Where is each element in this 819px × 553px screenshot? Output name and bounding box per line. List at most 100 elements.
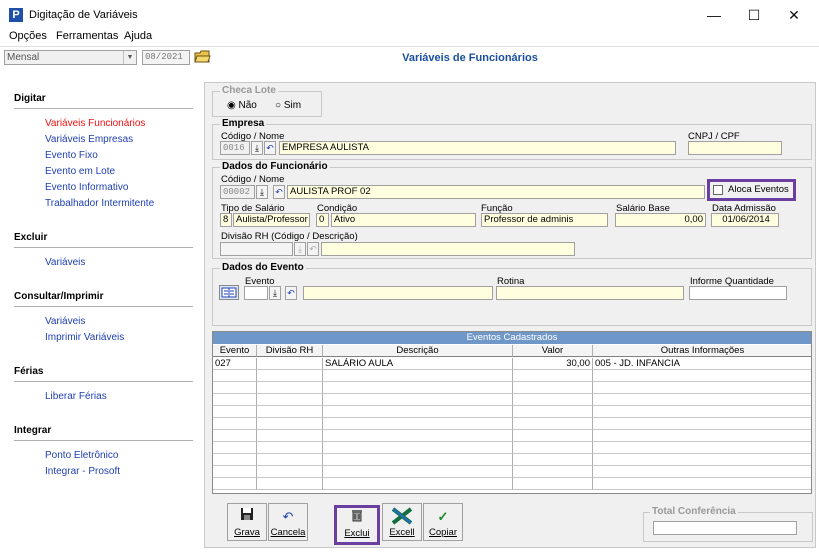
sidebar-item-trabalhador-intermitente[interactable]: Trabalhador Intermitente: [45, 198, 154, 209]
undo-icon[interactable]: ↶: [307, 242, 319, 256]
folder-open-icon[interactable]: [194, 49, 211, 65]
sidebar-item-excluir-variaveis[interactable]: Variáveis: [45, 257, 85, 268]
exclui-button[interactable]: Exclui: [338, 508, 376, 542]
sidebar-divider: [14, 306, 193, 307]
copiar-button[interactable]: ✓ Copiar: [423, 503, 463, 541]
chevron-down-icon[interactable]: ▼: [123, 51, 136, 64]
page-heading: Variáveis de Funcionários: [402, 52, 538, 64]
divisao-rh-label: Divisão RH (Código / Descrição): [221, 231, 358, 242]
sidebar-item-consultar-variaveis[interactable]: Variáveis: [45, 316, 85, 327]
tipo-salario-code[interactable]: 8: [220, 213, 232, 227]
eventos-grid[interactable]: Eventos Cadastrados Evento Divisão RH De…: [212, 331, 812, 494]
excell-button[interactable]: Excell: [382, 503, 422, 541]
rotina-field[interactable]: [496, 286, 684, 300]
grid-empty-cell: [593, 382, 811, 394]
undo-icon[interactable]: ↶: [264, 141, 276, 155]
sidebar-item-ponto-eletronico[interactable]: Ponto Eletrônico: [45, 450, 118, 461]
grid-empty-cell: [213, 406, 257, 418]
app-icon: P: [9, 8, 23, 22]
funcionario-name-field[interactable]: AULISTA PROF 02: [287, 185, 705, 199]
radio-nao[interactable]: ◉ Não: [227, 100, 257, 111]
checkmark-icon: ✓: [437, 509, 449, 524]
evento-code-field[interactable]: [244, 286, 268, 300]
menu-ajuda[interactable]: Ajuda: [124, 30, 152, 42]
grid-empty-cell: [213, 454, 257, 466]
grid-empty-cell: [513, 466, 593, 478]
grid-empty-cell: [213, 466, 257, 478]
grid-empty-cell: [257, 430, 323, 442]
period-date-field[interactable]: 08/2021: [142, 50, 190, 65]
data-admissao-field[interactable]: 01/06/2014: [711, 213, 779, 227]
exclui-label: Exclui: [344, 528, 370, 539]
sidebar-item-variaveis-funcionarios[interactable]: Variáveis Funcionários: [45, 118, 145, 129]
sidebar-section-integrar: Integrar: [14, 425, 52, 436]
radio-sim[interactable]: ○ Sim: [275, 100, 301, 111]
condicao-name[interactable]: Ativo: [331, 213, 476, 227]
download-arrow-icon[interactable]: ⤓: [256, 185, 268, 199]
radio-sim-label: Sim: [283, 100, 302, 111]
event-list-icon[interactable]: [219, 285, 239, 300]
grid-empty-cell: [513, 382, 593, 394]
grava-button[interactable]: Grava: [227, 503, 267, 541]
close-button[interactable]: ✕: [774, 4, 814, 26]
grid-empty-cell: [593, 442, 811, 454]
checa-lote-title: Checa Lote: [220, 85, 278, 96]
undo-icon[interactable]: ↶: [285, 286, 297, 300]
tipo-salario-name[interactable]: Aulista/Professor: [233, 213, 310, 227]
grid-header-divisao[interactable]: Divisão RH: [257, 345, 323, 357]
download-arrow-icon[interactable]: ⤓: [251, 141, 263, 155]
funcao-field[interactable]: Professor de adminis: [481, 213, 608, 227]
copiar-label: Copiar: [429, 527, 457, 538]
sidebar-item-evento-informativo[interactable]: Evento Informativo: [45, 182, 128, 193]
sidebar-divider: [14, 108, 193, 109]
grid-header-outras[interactable]: Outras Informações: [593, 345, 811, 357]
sidebar-item-variaveis-empresas[interactable]: Variáveis Empresas: [45, 134, 133, 145]
grid-empty-cell: [323, 466, 513, 478]
period-select[interactable]: Mensal: [4, 50, 137, 65]
cell-valor: 30,00: [513, 358, 593, 370]
divisao-rh-code[interactable]: [220, 242, 293, 256]
grid-header-valor[interactable]: Valor: [513, 345, 593, 357]
radio-empty-icon: ○: [275, 100, 282, 111]
grid-empty-cell: [213, 430, 257, 442]
aloca-eventos-checkbox[interactable]: [713, 185, 723, 195]
empresa-code-field[interactable]: 0016: [220, 141, 250, 155]
empresa-name-field[interactable]: EMPRESA AULISTA: [279, 141, 676, 155]
total-field[interactable]: [653, 521, 797, 535]
grid-empty-cell: [257, 478, 323, 490]
quantidade-field[interactable]: [689, 286, 787, 300]
maximize-button[interactable]: ☐: [734, 4, 774, 26]
grid-empty-cell: [513, 454, 593, 466]
undo-icon: ↶: [282, 509, 294, 524]
grava-label: Grava: [234, 527, 260, 538]
condicao-code[interactable]: 0: [316, 213, 329, 227]
grid-empty-cell: [513, 478, 593, 490]
grid-empty-cell: [593, 418, 811, 430]
cancela-button[interactable]: ↶ Cancela: [268, 503, 308, 541]
cnpj-field[interactable]: [688, 141, 782, 155]
download-arrow-icon[interactable]: ⤓: [269, 286, 281, 300]
menu-opcoes[interactable]: Opções: [9, 30, 47, 42]
sidebar-item-integrar-prosoft[interactable]: Integrar - Prosoft: [45, 466, 120, 477]
funcionario-code-field[interactable]: 00002: [220, 185, 255, 199]
sidebar-item-liberar-ferias[interactable]: Liberar Férias: [45, 391, 107, 402]
sidebar-item-evento-fixo[interactable]: Evento Fixo: [45, 150, 98, 161]
grid-empty-cell: [323, 478, 513, 490]
grid-empty-cell: [593, 466, 811, 478]
download-arrow-icon[interactable]: ⤓: [294, 242, 306, 256]
grid-empty-cell: [257, 394, 323, 406]
sidebar-item-evento-lote[interactable]: Evento em Lote: [45, 166, 115, 177]
grid-header-evento[interactable]: Evento: [213, 345, 257, 357]
sidebar-item-imprimir-variaveis[interactable]: Imprimir Variáveis: [45, 332, 124, 343]
divisao-rh-desc[interactable]: [321, 242, 575, 256]
minimize-button[interactable]: —: [694, 4, 734, 26]
evento-desc-field[interactable]: [303, 286, 493, 300]
grid-empty-cell: [323, 406, 513, 418]
menu-ferramentas[interactable]: Ferramentas: [56, 30, 118, 42]
salario-base-field[interactable]: 0,00: [615, 213, 706, 227]
grid-empty-cell: [213, 370, 257, 382]
grid-empty-cell: [213, 478, 257, 490]
grid-header-descricao[interactable]: Descrição: [323, 345, 513, 357]
undo-icon[interactable]: ↶: [273, 185, 285, 199]
grid-empty-cell: [513, 394, 593, 406]
